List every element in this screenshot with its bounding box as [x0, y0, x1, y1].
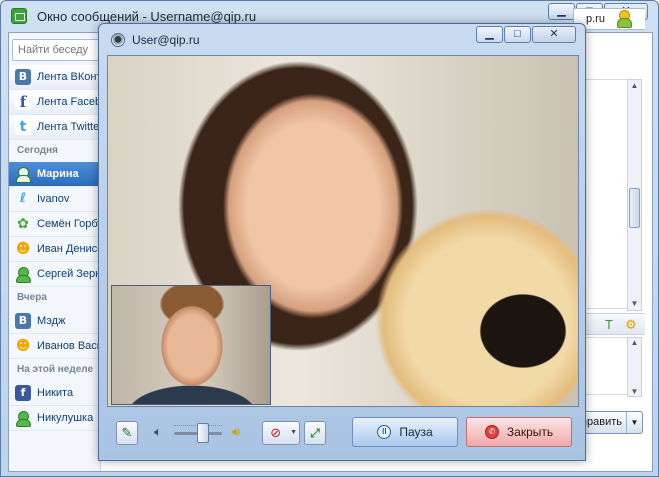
send-button-label: Отправить [582, 416, 622, 428]
sidebar-item-nikita[interactable]: f Никита [9, 381, 100, 406]
chevron-down-icon[interactable]: ▼ [626, 412, 642, 433]
sidebar-item-label: Иван Денисов [37, 243, 100, 255]
end-call-button[interactable]: ✆ Закрыть [466, 417, 572, 447]
group-header-this-week: На этой неделе [17, 364, 94, 375]
remote-video-feed [107, 55, 579, 407]
sidebar-item-label: Ivanov [37, 193, 70, 205]
sidebar-item-label: Лента Twitter [37, 121, 100, 133]
qip-app-icon [11, 8, 27, 24]
sidebar-item-label: Никита [37, 387, 74, 399]
icq-icon: ✿ [17, 216, 29, 232]
sidebar-item-label: Мэдж [37, 315, 66, 327]
group-header-today: Сегодня [17, 145, 59, 156]
minimize-button[interactable]: ▁ [476, 26, 503, 43]
sidebar-item-label: Сергей Зернов [37, 268, 100, 280]
qip-icon [15, 266, 31, 283]
sidebar-item-twitter-feed[interactable]: t Лента Twitter [9, 115, 100, 140]
video-call-title: User@qip.ru [132, 33, 200, 47]
qip-icon [15, 166, 31, 183]
qip-icon [15, 410, 31, 427]
scroll-up-arrow-icon[interactable]: ▲ [628, 80, 641, 92]
search-conversation-box[interactable] [12, 39, 100, 61]
video-window-controls: ▁ □ ✕ [475, 26, 576, 43]
scroll-down-arrow-icon[interactable]: ▼ [628, 298, 641, 310]
sidebar-item-madge[interactable]: B Мэдж [9, 309, 100, 334]
camera-off-icon: ⊘ [270, 425, 282, 440]
sidebar-item-label: Лента ВКонтакте [37, 71, 100, 83]
webcam-icon [111, 33, 125, 47]
fullscreen-button[interactable]: ⤢ [304, 421, 326, 445]
video-call-titlebar[interactable]: User@qip.ru ▁ □ ✕ [99, 24, 585, 54]
local-video-preview[interactable] [111, 285, 271, 405]
video-call-window: User@qip.ru ▁ □ ✕ ✎ 🔈︎ 🔊︎ ⊘ ▼ ⤢ ll Пауза [98, 23, 586, 461]
gear-icon[interactable]: ⚙ [623, 317, 639, 333]
conversation-sidebar: B Лента ВКонтакте f Лента Facebook t Лен… [9, 33, 101, 471]
sidebar-item-ivanov-vasily[interactable]: ☻ Иванов Василий [9, 334, 100, 359]
jabber-icon: ☻ [15, 241, 31, 257]
sidebar-item-vk-feed[interactable]: B Лента ВКонтакте [9, 65, 100, 90]
vk-icon: B [15, 313, 31, 329]
volume-slider-thumb[interactable] [196, 423, 209, 443]
sidebar-item-sergey[interactable]: Сергей Зернов [9, 262, 100, 287]
sidebar-item-ivan[interactable]: ☻ Иван Денисов [9, 237, 100, 262]
sidebar-item-facebook-feed[interactable]: f Лента Facebook [9, 90, 100, 115]
scroll-up-arrow-icon[interactable]: ▲ [628, 338, 641, 347]
search-conversation-input[interactable] [13, 40, 100, 60]
sidebar-item-nikulushka[interactable]: Никулушка [9, 406, 100, 431]
sidebar-item-semyon[interactable]: ✿ Семён Горбунков [9, 212, 100, 237]
chevron-down-icon[interactable]: ▼ [288, 422, 299, 444]
jabber-icon: ☻ [15, 338, 31, 354]
minimize-button[interactable]: ▁ [548, 3, 575, 20]
pause-button[interactable]: ll Пауза [352, 417, 458, 447]
camera-toggle-button[interactable]: ⊘ ▼ [262, 421, 300, 445]
messages-window-title: Окно сообщений - Username@qip.ru [37, 9, 257, 24]
speaker-volume-icon[interactable]: 🔊︎ [227, 423, 245, 441]
message-input-scrollbar[interactable]: ▲ ▼ [627, 337, 642, 397]
sidebar-item-label: Лента Facebook [37, 96, 100, 108]
group-header-yesterday: Вчера [17, 292, 47, 303]
sidebar-item-label: Иванов Василий [37, 340, 100, 352]
vk-icon: B [15, 69, 31, 85]
chat-history-scrollbar[interactable]: ▲ ▼ [627, 79, 642, 311]
twitter-icon: t [15, 119, 31, 135]
sidebar-item-ivanov[interactable]: ℓ Ivanov [9, 187, 100, 212]
fullscreen-icon: ⤢ [310, 426, 320, 440]
scrollbar-thumb[interactable] [629, 188, 640, 228]
sidebar-item-label: Марина [37, 168, 79, 180]
scroll-down-arrow-icon[interactable]: ▼ [628, 387, 641, 396]
call-controls: ✎ 🔈︎ 🔊︎ ⊘ ▼ ⤢ ll Пауза ✆ Закрыть [107, 410, 579, 454]
close-window-button[interactable]: ✕ [532, 26, 576, 43]
sidebar-item-label: Никулушка [37, 412, 94, 424]
sidebar-item-marina[interactable]: Марина [9, 162, 100, 187]
facebook-icon: f [15, 94, 31, 110]
twitter-icon: ℓ [19, 191, 27, 206]
maximize-button[interactable]: □ [504, 26, 531, 43]
translit-icon[interactable]: T [601, 317, 617, 333]
pause-icon: ll [377, 425, 392, 439]
facebook-icon: f [15, 385, 31, 401]
conversation-list: B Лента ВКонтакте f Лента Facebook t Лен… [9, 65, 100, 431]
send-button[interactable]: Отправить ▼ [581, 411, 643, 434]
microphone-icon: ✎ [121, 425, 133, 440]
hang-up-icon: ✆ [484, 425, 499, 439]
pause-button-label: Пауза [399, 425, 433, 439]
microphone-button[interactable]: ✎ [116, 421, 138, 445]
sidebar-item-label: Семён Горбунков [37, 218, 100, 230]
speaker-mute-icon[interactable]: 🔈︎ [149, 423, 167, 441]
contact-icon[interactable] [615, 10, 633, 28]
end-call-button-label: Закрыть [506, 425, 554, 439]
